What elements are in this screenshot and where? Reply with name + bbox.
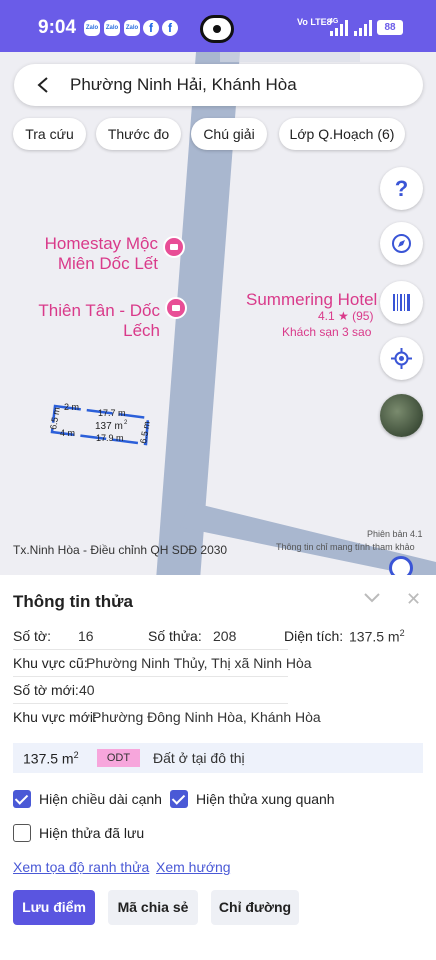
so-to-label: Số tờ:: [13, 628, 51, 644]
show-saved-parcels-checkbox[interactable]: [13, 824, 31, 842]
directions-button[interactable]: Chỉ đường: [211, 890, 299, 925]
hotel-pin-icon[interactable]: [163, 236, 185, 258]
svg-text:137 m: 137 m: [95, 421, 123, 432]
compass-button[interactable]: [380, 222, 423, 265]
khu-vuc-cu-label: Khu vực cũ:: [13, 655, 88, 671]
network-label: Vo LTE8: [297, 17, 332, 27]
divider: [13, 703, 288, 704]
poi-summering-hotel[interactable]: Summering Hotel: [246, 290, 382, 310]
view-boundary-coordinates-link[interactable]: Xem tọa độ ranh thửa: [13, 859, 149, 875]
poi-name-line: Homestay Mộc: [44, 234, 158, 253]
svg-text:6.5 m: 6.5 m: [48, 406, 62, 430]
hotspot-icon: [200, 15, 234, 43]
poi-rating: 4.1 ★ (95): [318, 309, 374, 323]
save-point-button[interactable]: Lưu điểm: [13, 890, 95, 925]
unit-superscript: 2: [399, 628, 405, 638]
land-use-code-badge: ODT: [97, 749, 140, 767]
show-surrounding-parcels-label[interactable]: Hiện thửa xung quanh: [196, 791, 335, 807]
barcode-button[interactable]: [380, 281, 423, 324]
hotel-pin-icon[interactable]: [165, 297, 187, 319]
parcel-info-sheet: Thông tin thửa ✕ Số tờ: 16 Số thửa: 208 …: [0, 575, 436, 960]
help-button[interactable]: ?: [380, 167, 423, 210]
map-layer-name: Tx.Ninh Hòa - Điều chỉnh QH SDĐ 2030: [13, 543, 228, 557]
so-thua-value: 208: [213, 628, 237, 644]
dien-tich-number: 137.5 m: [349, 628, 400, 645]
compass-icon: [392, 234, 411, 253]
chip-lop-quy-hoach[interactable]: Lớp Q.Hoạch (6): [279, 118, 405, 150]
locate-icon: [391, 348, 412, 369]
show-saved-parcels-label[interactable]: Hiện thửa đã lưu: [39, 825, 144, 841]
satellite-layer-toggle[interactable]: [380, 394, 423, 437]
poi-category: Khách sạn 3 sao: [282, 325, 372, 339]
sheet-title: Thông tin thửa: [13, 592, 133, 611]
app-version: Phiên bản 4.1: [367, 529, 423, 539]
unit-superscript: 2: [73, 750, 79, 760]
my-location-button[interactable]: [380, 337, 423, 380]
battery-icon: 88: [377, 20, 403, 35]
summary-area: 137.5 m2: [23, 750, 79, 767]
show-edge-length-label[interactable]: Hiện chiều dài cạnh: [39, 791, 162, 807]
status-time: 9:04: [38, 17, 77, 38]
zalo-notification-icon: Zalo: [84, 20, 100, 36]
land-use-summary: 137.5 m2 ODT Đất ở tại đô thị: [13, 743, 423, 773]
dien-tich-label: Diện tích:: [284, 628, 344, 644]
so-thua-label: Số thửa:: [148, 628, 202, 644]
chip-thuoc-do[interactable]: Thước đo: [96, 118, 181, 150]
status-bar: 9:04 Zalo Zalo Zalo f f Vo LTE8 4G 88: [0, 0, 436, 52]
view-direction-link[interactable]: Xem hướng: [156, 859, 231, 875]
dien-tich-value: 137.5 m2: [349, 628, 405, 645]
show-surrounding-parcels-checkbox[interactable]: [170, 790, 188, 808]
chip-chu-giai[interactable]: Chú giải: [191, 118, 267, 150]
svg-text:6.5 m: 6.5 m: [138, 420, 152, 444]
khu-vuc-moi-value: Phường Đông Ninh Hòa, Khánh Hòa: [92, 709, 321, 725]
zalo-notification-icon: Zalo: [104, 20, 120, 36]
so-to-value: 16: [78, 628, 94, 644]
close-icon[interactable]: ✕: [406, 589, 421, 610]
svg-text:2: 2: [124, 420, 128, 426]
divider: [13, 676, 288, 677]
share-code-button[interactable]: Mã chia sẻ: [108, 890, 198, 925]
chevron-down-icon[interactable]: [364, 593, 380, 603]
khu-vuc-moi-label: Khu vực mới:: [13, 709, 97, 725]
land-use-description: Đất ở tại đô thị: [153, 750, 245, 766]
khu-vuc-cu-value: Phường Ninh Thủy, Thị xã Ninh Hòa: [86, 655, 312, 671]
search-bar[interactable]: Phường Ninh Hải, Khánh Hòa: [14, 64, 423, 106]
facebook-notification-icon: f: [143, 20, 159, 36]
so-to-moi-value: 40: [79, 682, 95, 698]
svg-text:4 m: 4 m: [60, 428, 75, 438]
so-to-moi-label: Số tờ mới:: [13, 682, 79, 698]
map-disclaimer: Thông tin chỉ mang tính tham khảo: [276, 542, 415, 552]
svg-text:17.9 m: 17.9 m: [96, 433, 124, 443]
svg-text:17.7 m: 17.7 m: [98, 408, 126, 418]
signal-icon: [330, 20, 348, 36]
poi-thien-tan[interactable]: Thiên Tân - Dốc Lếch: [2, 301, 160, 341]
signal-icon: [354, 20, 372, 36]
chip-tra-cuu[interactable]: Tra cứu: [13, 118, 86, 150]
poi-homestay-moc-mien[interactable]: Homestay Mộc Miên Dốc Lết: [36, 234, 158, 274]
poi-name-line: Miên Dốc Lết: [57, 254, 158, 273]
location-title: Phường Ninh Hải, Khánh Hòa: [70, 75, 297, 94]
summary-area-number: 137.5 m: [23, 750, 74, 767]
back-arrow-icon[interactable]: [36, 77, 50, 93]
barcode-icon: [393, 294, 410, 311]
facebook-notification-icon: f: [162, 20, 178, 36]
svg-text:2 m: 2 m: [64, 402, 79, 412]
show-edge-length-checkbox[interactable]: [13, 790, 31, 808]
divider: [13, 649, 288, 650]
zalo-notification-icon: Zalo: [124, 20, 140, 36]
